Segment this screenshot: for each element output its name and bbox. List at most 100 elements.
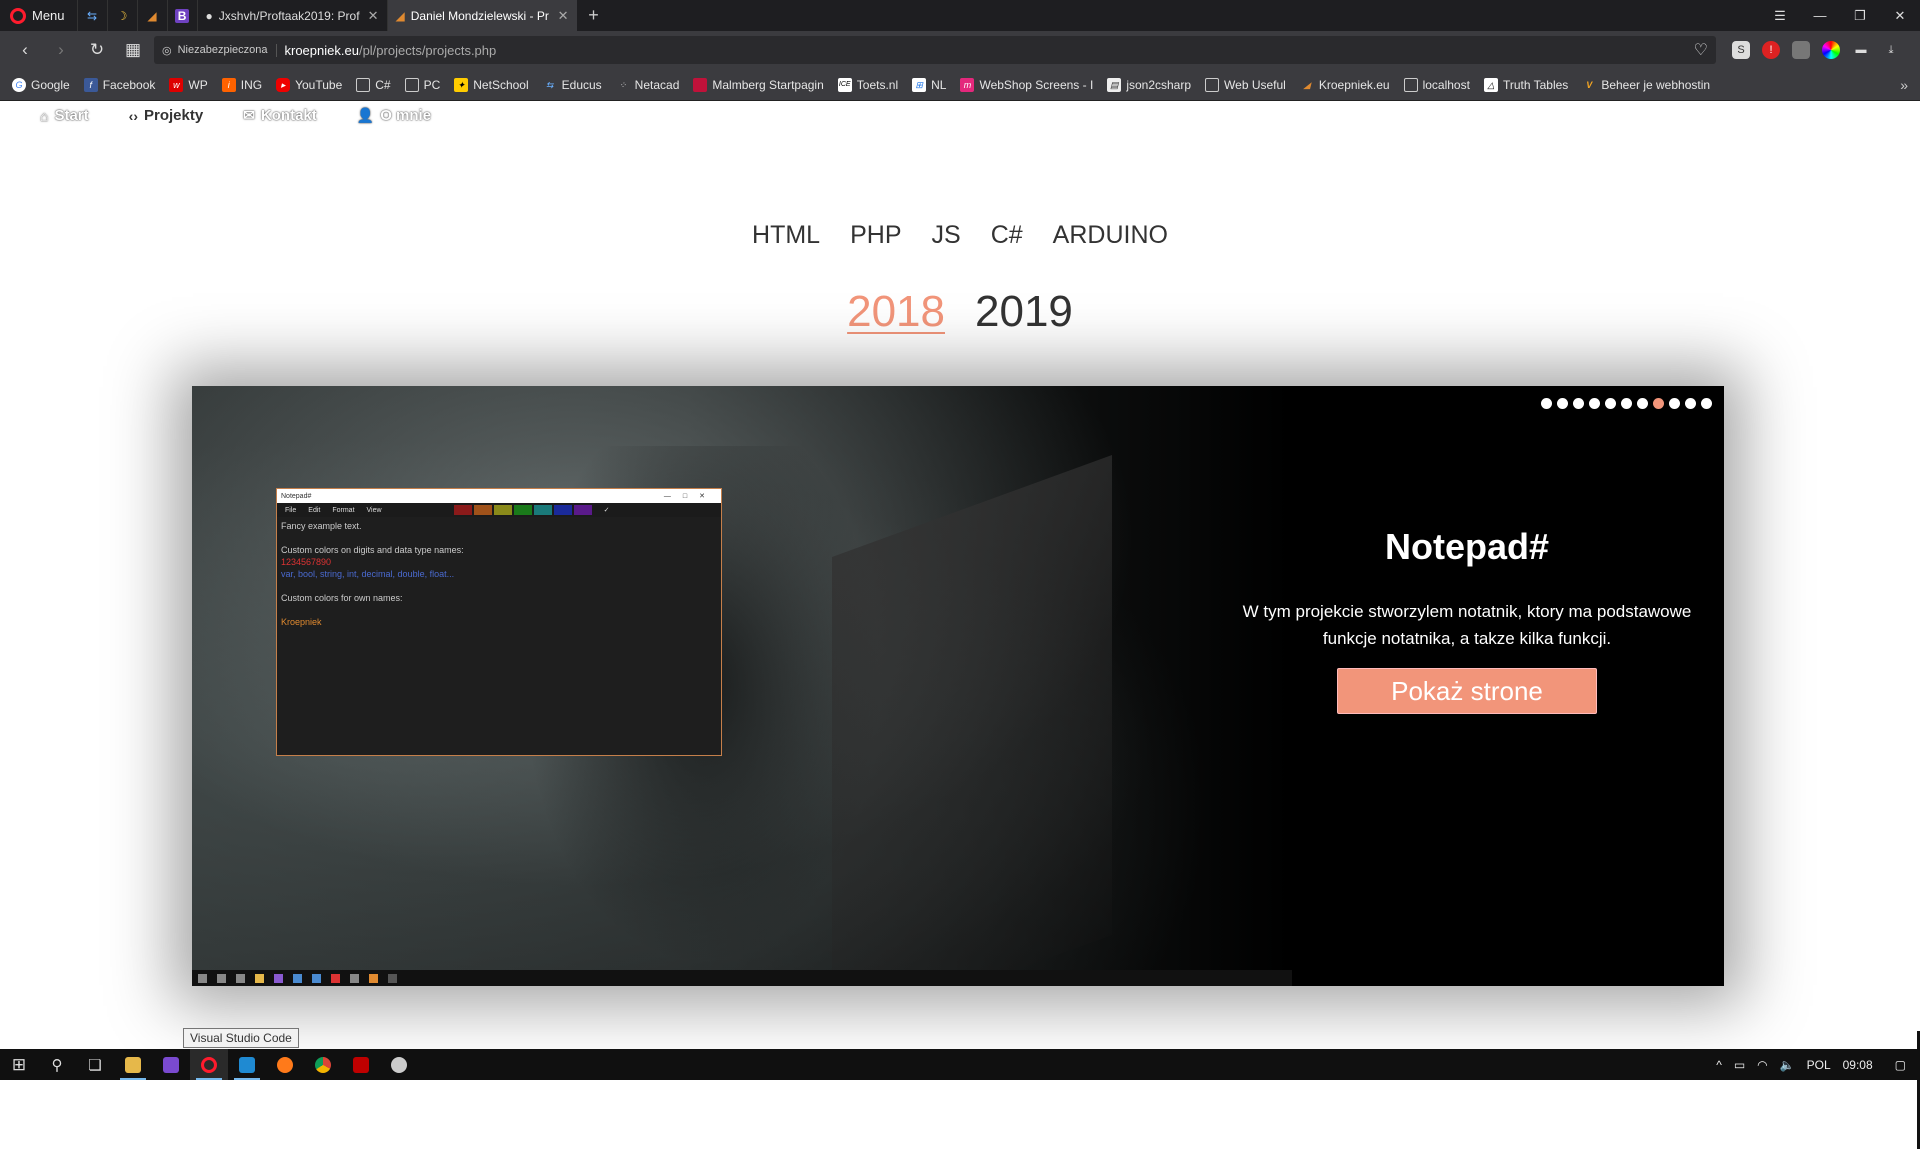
nav-kontakt[interactable]: ✉ Kontakt	[243, 107, 317, 124]
category-html[interactable]: HTML	[752, 221, 820, 250]
speed-dial-button[interactable]: ▦	[118, 35, 148, 65]
close-tab-icon[interactable]: ✕	[368, 8, 379, 24]
bookmark-netacad[interactable]: ⁘ Netacad	[616, 78, 679, 92]
bookmark-malmberg[interactable]: Malmberg Startpagin	[693, 77, 824, 92]
download-icon[interactable]: ⤓	[1882, 41, 1900, 59]
category-csharp[interactable]: C#	[991, 221, 1023, 250]
firefox-icon[interactable]	[266, 1049, 304, 1080]
windows-start-icon[interactable]: ⊞	[0, 1049, 38, 1080]
bookmark-educus[interactable]: ⇆ Educus	[543, 78, 602, 92]
category-js[interactable]: JS	[932, 221, 961, 250]
slider-dot[interactable]	[1669, 398, 1680, 409]
site-nav: ⌂ Start ‹› Projekty ✉ Kontakt 👤 O mnie	[40, 107, 431, 124]
tab-active[interactable]: ◢ Daniel Mondzielewski - Pr ✕	[386, 0, 577, 31]
toets-icon: ICE	[837, 77, 852, 92]
notepad-line: Custom colors for own names:	[281, 593, 403, 603]
year-2019[interactable]: 2019	[975, 287, 1073, 337]
extension-s-icon[interactable]: S	[1732, 41, 1750, 59]
language-indicator[interactable]: POL	[1807, 1058, 1831, 1072]
slider-dot[interactable]	[1557, 398, 1568, 409]
minimize-icon[interactable]: —	[1800, 0, 1840, 31]
url-field[interactable]: ◎ Niezabezpieczona kroepniek.eu/pl/proje…	[154, 36, 1716, 64]
reload-button[interactable]: ↻	[82, 35, 112, 65]
clock[interactable]: 09:08	[1843, 1058, 1873, 1072]
pinned-tab[interactable]: ◢	[136, 0, 167, 31]
security-indicator[interactable]: ◎ Niezabezpieczona	[162, 43, 277, 57]
more-bookmarks-icon[interactable]: »	[1900, 77, 1908, 93]
back-button[interactable]: ‹	[10, 35, 40, 65]
slider-dot[interactable]	[1637, 398, 1648, 409]
extension-car-icon[interactable]: ▬	[1852, 41, 1870, 59]
notepad-line: Fancy example text.	[281, 521, 362, 531]
notifications-icon[interactable]: ▢	[1895, 1058, 1906, 1072]
bookmark-label: Web Useful	[1224, 77, 1286, 92]
pinned-tab[interactable]: ☽	[106, 0, 137, 31]
bookmark-kroepniek[interactable]: ◢ Kroepniek.eu	[1300, 78, 1389, 92]
slider-dot[interactable]	[1621, 398, 1632, 409]
tray-chevron-icon[interactable]: ^	[1716, 1058, 1722, 1072]
wifi-icon[interactable]: ◠	[1757, 1058, 1767, 1072]
show-page-button[interactable]: Pokaż strone	[1337, 668, 1597, 714]
color-picker-icon[interactable]	[1822, 41, 1840, 59]
search-icon[interactable]: ⚲	[38, 1049, 76, 1080]
close-tab-icon[interactable]: ✕	[558, 8, 569, 24]
bookmark-netschool[interactable]: ✦ NetSchool	[454, 77, 529, 92]
bookmark-folder-web-useful[interactable]: Web Useful	[1205, 77, 1286, 92]
close-window-icon[interactable]: ✕	[1880, 0, 1920, 31]
bookmark-youtube[interactable]: ▸ YouTube	[276, 77, 342, 92]
extension-gray-icon[interactable]	[1792, 41, 1810, 59]
bookmark-nl[interactable]: ⊞ NL	[912, 77, 946, 92]
slider-dot[interactable]	[1589, 398, 1600, 409]
slider-dot[interactable]	[1573, 398, 1584, 409]
adblock-icon[interactable]: !	[1762, 41, 1780, 59]
slider-dot[interactable]	[1701, 398, 1712, 409]
restore-icon[interactable]: ❐	[1840, 0, 1880, 31]
battery-icon[interactable]: ▭	[1734, 1058, 1745, 1072]
volume-icon[interactable]: 🔈	[1780, 1058, 1795, 1072]
user-icon: 👤	[356, 107, 375, 123]
bookmark-folder-pc[interactable]: PC	[404, 77, 440, 92]
bookmark-webhosting[interactable]: V Beheer je webhostin	[1582, 78, 1710, 92]
vscode-icon[interactable]	[228, 1049, 266, 1080]
bookmark-folder-localhost[interactable]: localhost	[1403, 77, 1470, 92]
bookmark-label: Toets.nl	[856, 77, 899, 92]
steam-icon[interactable]	[380, 1049, 418, 1080]
file-explorer-icon[interactable]	[114, 1049, 152, 1080]
bookmark-json2csharp[interactable]: ▤ json2csharp	[1107, 77, 1191, 92]
task-view-icon[interactable]: ❏	[76, 1049, 114, 1080]
bookmark-google[interactable]: G Google	[12, 77, 70, 92]
nav-projekty[interactable]: ‹› Projekty	[129, 107, 204, 124]
bookmark-heart-icon[interactable]: ♡	[1694, 40, 1708, 60]
visual-studio-icon[interactable]	[152, 1049, 190, 1080]
filezilla-icon[interactable]	[342, 1049, 380, 1080]
slider-dot[interactable]	[1605, 398, 1616, 409]
tab-github[interactable]: ● Jxshvh/Proftaak2019: Prof ✕	[196, 0, 387, 31]
year-2018[interactable]: 2018	[847, 287, 945, 337]
tab-menu-icon[interactable]: ☰	[1760, 0, 1800, 31]
new-tab-button[interactable]: +	[577, 0, 611, 31]
bookmark-truth-tables[interactable]: △ Truth Tables	[1483, 77, 1568, 92]
bookmark-toets[interactable]: ICE Toets.nl	[837, 77, 899, 92]
bookmark-webshop[interactable]: m WebShop Screens - I	[960, 77, 1093, 92]
bookmark-ing[interactable]: i ING	[221, 77, 262, 92]
nav-o-mnie[interactable]: 👤 O mnie	[357, 107, 431, 124]
nav-label: Start	[54, 107, 89, 124]
pinned-tab[interactable]: B	[166, 0, 197, 31]
opera-menu-button[interactable]: Menu	[0, 0, 77, 31]
bookmark-wp[interactable]: w WP	[169, 77, 208, 92]
system-tray: ^ ▭ ◠ 🔈 POL 09:08 ▢	[1716, 1058, 1920, 1072]
bookmark-facebook[interactable]: f Facebook	[83, 77, 155, 92]
bookmark-folder-csharp[interactable]: C#	[356, 77, 391, 92]
category-arduino[interactable]: ARDUINO	[1053, 221, 1168, 250]
slide-description: W tym projekcie stworzylem notatnik, kto…	[1242, 602, 1692, 648]
pinned-tab[interactable]: ⇆	[76, 0, 107, 31]
nav-start[interactable]: ⌂ Start	[40, 107, 89, 124]
bootstrap-icon: B	[174, 8, 190, 23]
forward-button[interactable]: ›	[46, 35, 76, 65]
category-php[interactable]: PHP	[850, 221, 901, 250]
slider-dot[interactable]	[1653, 398, 1664, 409]
slider-dot[interactable]	[1685, 398, 1696, 409]
opera-taskbar-icon[interactable]	[190, 1049, 228, 1080]
slider-dot[interactable]	[1541, 398, 1552, 409]
chrome-icon[interactable]	[304, 1049, 342, 1080]
